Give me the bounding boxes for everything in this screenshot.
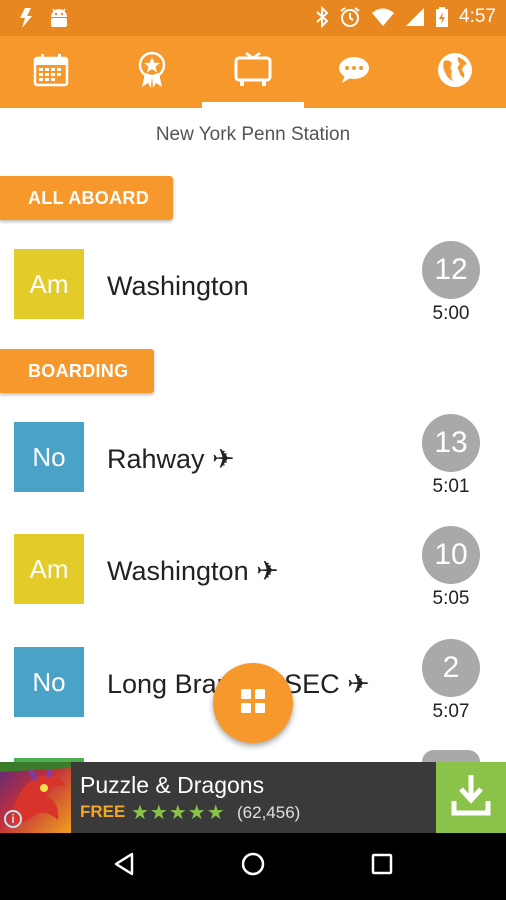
battery-charging-icon bbox=[435, 6, 449, 28]
navigation-bar bbox=[0, 833, 506, 900]
departure-time: 5:00 bbox=[432, 303, 470, 324]
recents-icon[interactable] bbox=[370, 852, 394, 881]
android-icon bbox=[48, 6, 70, 30]
train-row[interactable]: Am Washington ✈ 10 5:05 bbox=[0, 526, 506, 634]
section-boarding: BOARDING bbox=[0, 349, 154, 393]
departure-time: 5:05 bbox=[432, 588, 470, 609]
ad-title: Puzzle & Dragons bbox=[80, 772, 265, 798]
tab-chat[interactable] bbox=[304, 36, 405, 108]
track-number: 10 bbox=[422, 526, 480, 584]
status-time: 4:57 bbox=[459, 6, 496, 27]
grid-icon bbox=[240, 688, 266, 719]
train-row[interactable]: Am Washington 12 5:00 bbox=[0, 241, 506, 349]
ad-rating-stars: ★★★★★ bbox=[131, 802, 226, 824]
track-number: 2 bbox=[422, 639, 480, 697]
download-icon bbox=[451, 773, 491, 822]
alarm-icon bbox=[339, 6, 361, 28]
departure-time: 5:07 bbox=[432, 701, 470, 722]
train-destination: Washington bbox=[107, 271, 249, 301]
tab-schedule[interactable] bbox=[0, 36, 101, 108]
station-title: New York Penn Station bbox=[155, 124, 351, 145]
track-number-partial bbox=[422, 750, 480, 762]
chat-icon bbox=[338, 56, 370, 89]
back-icon[interactable] bbox=[112, 851, 136, 882]
ad-price: FREE bbox=[80, 802, 126, 821]
ad-review-count: (62,456) bbox=[237, 803, 301, 822]
tab-departures[interactable] bbox=[202, 36, 304, 108]
ad-download-button[interactable] bbox=[436, 762, 506, 833]
home-icon[interactable] bbox=[240, 851, 266, 882]
menu-fab[interactable] bbox=[213, 663, 293, 743]
track-number: 13 bbox=[422, 414, 480, 472]
wifi-icon bbox=[371, 7, 395, 27]
bluetooth-icon bbox=[315, 6, 329, 28]
train-row[interactable]: No Rahway ✈ 13 5:01 bbox=[0, 414, 506, 522]
info-icon[interactable]: i bbox=[4, 810, 22, 828]
carrier-badge: No bbox=[14, 647, 84, 717]
tv-icon bbox=[233, 51, 273, 93]
carrier-badge: No bbox=[14, 422, 84, 492]
status-bar: 4:57 bbox=[0, 0, 506, 36]
carrier-badge: Am bbox=[14, 534, 84, 604]
carrier-badge: Am bbox=[14, 249, 84, 319]
departure-time: 5:01 bbox=[432, 476, 470, 497]
tab-world[interactable] bbox=[405, 36, 506, 108]
calendar-icon bbox=[33, 53, 69, 92]
tab-bar bbox=[0, 36, 506, 108]
notification-icon bbox=[16, 6, 34, 30]
section-all-aboard: ALL ABOARD bbox=[0, 176, 173, 220]
globe-icon bbox=[436, 51, 474, 94]
train-destination: Washington ✈ bbox=[107, 556, 279, 586]
ad-banner[interactable]: i Puzzle & Dragons FREE ★★★★★ (62,456) bbox=[0, 762, 506, 833]
tab-rewards[interactable] bbox=[101, 36, 202, 108]
signal-icon bbox=[405, 7, 425, 27]
badge-icon bbox=[137, 51, 167, 94]
ad-app-icon[interactable]: i bbox=[0, 762, 71, 833]
train-destination: Rahway ✈ bbox=[107, 444, 235, 474]
track-number: 12 bbox=[422, 241, 480, 299]
